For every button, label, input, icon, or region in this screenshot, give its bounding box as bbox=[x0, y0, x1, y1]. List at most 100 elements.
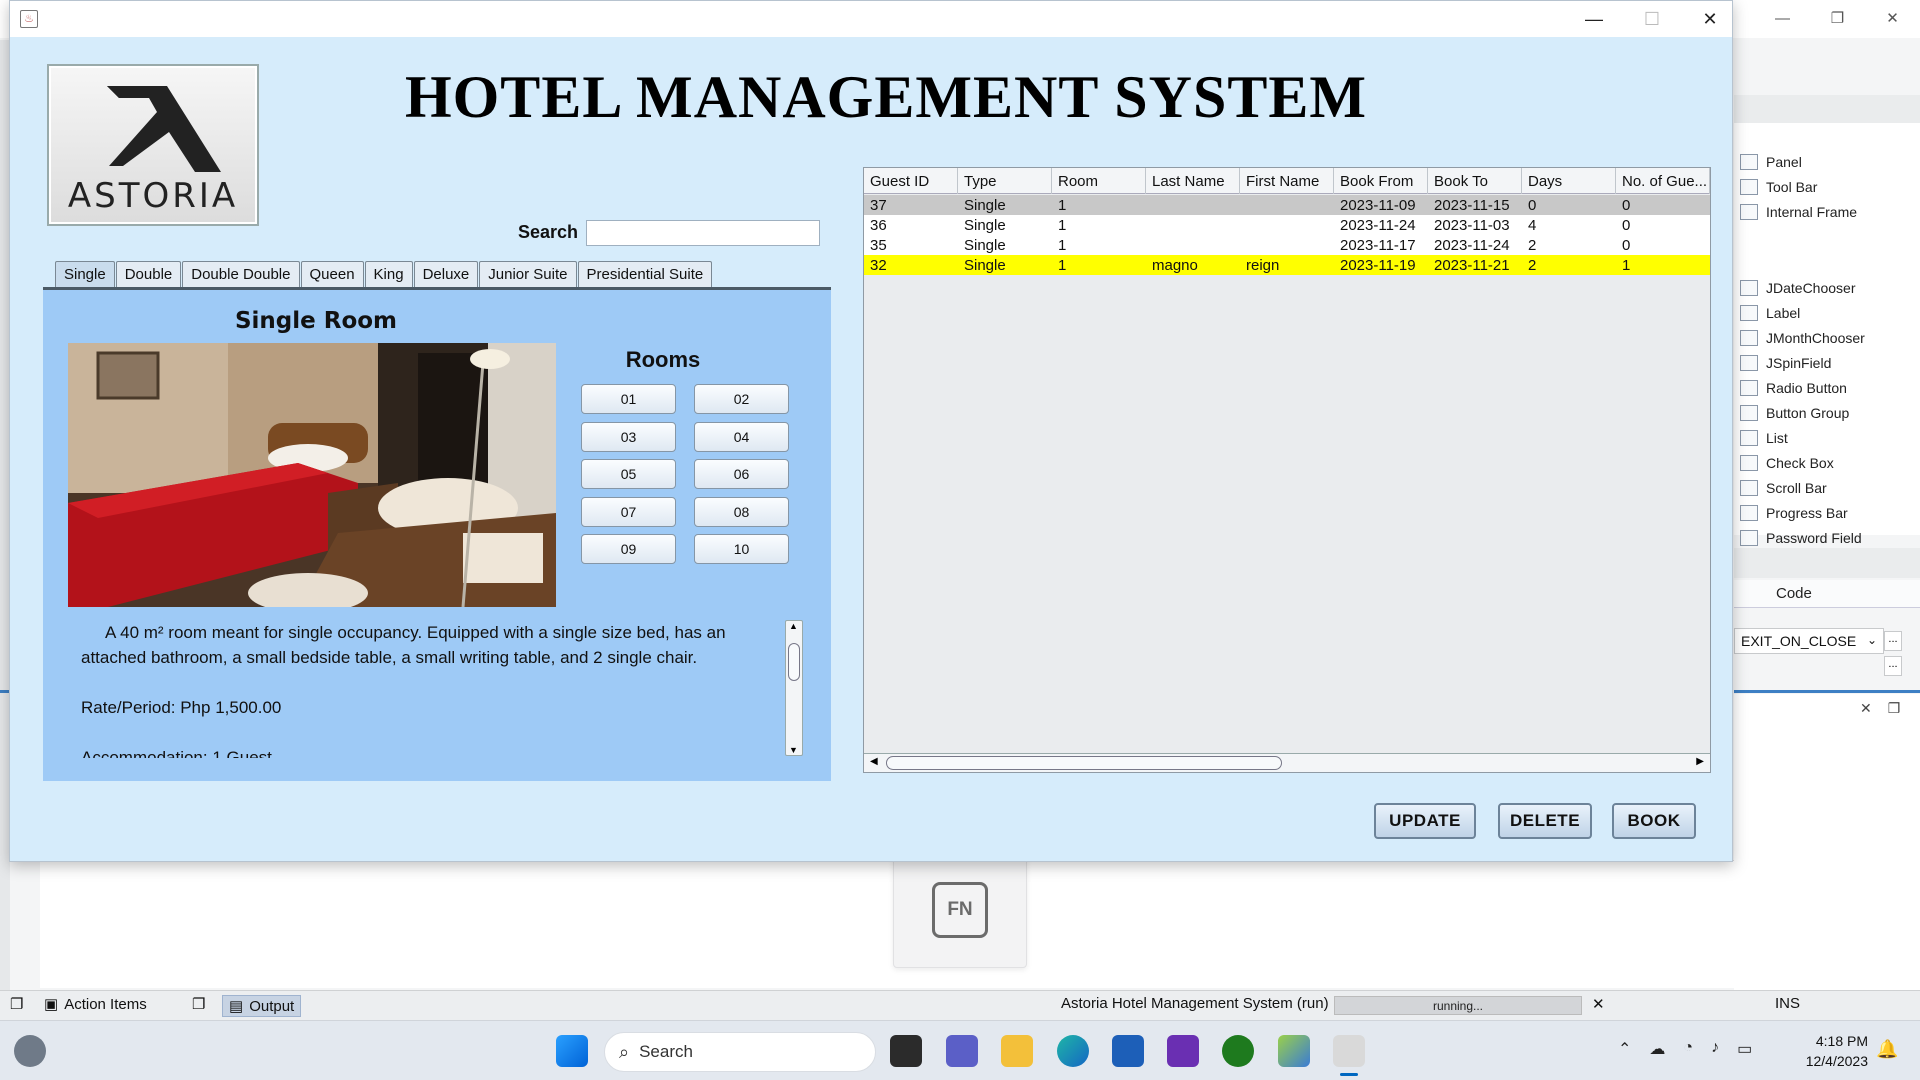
minimize-icon[interactable]: — bbox=[1565, 1, 1623, 37]
taskbar-search-placeholder: Search bbox=[639, 1042, 693, 1061]
tab-junior-suite[interactable]: Junior Suite bbox=[479, 261, 577, 287]
column-header[interactable]: Book To bbox=[1428, 168, 1522, 194]
table-row[interactable]: 37 Single 1 2023-11-09 2023-11-15 0 0 bbox=[864, 195, 1710, 215]
table-row[interactable]: 36 Single 1 2023-11-24 2023-11-03 4 0 bbox=[864, 215, 1710, 235]
tab-double-double[interactable]: Double Double bbox=[182, 261, 300, 287]
palette-item[interactable]: Scroll Bar bbox=[1740, 476, 1827, 500]
restore-icon[interactable]: ❐ bbox=[1810, 0, 1865, 36]
scroll-up-icon[interactable]: ▲ bbox=[789, 621, 798, 631]
netbeans-icon[interactable] bbox=[1278, 1035, 1310, 1067]
close-icon[interactable]: ✕ bbox=[1865, 0, 1920, 36]
java-app-icon[interactable] bbox=[1333, 1035, 1365, 1067]
palette-item[interactable]: Radio Button bbox=[1740, 376, 1847, 400]
volume-icon[interactable]: ♪ bbox=[1711, 1039, 1719, 1059]
code-tab[interactable]: Code bbox=[1734, 580, 1920, 608]
palette-item[interactable]: Panel bbox=[1740, 150, 1802, 174]
palette-item[interactable]: Button Group bbox=[1740, 401, 1849, 425]
close-operation-select[interactable]: EXIT_ON_CLOSE ⌄ bbox=[1734, 628, 1884, 654]
palette-item[interactable]: Tool Bar bbox=[1740, 175, 1817, 199]
column-header[interactable]: Type bbox=[958, 168, 1052, 194]
maximize-icon[interactable]: ☐ bbox=[1623, 1, 1681, 37]
column-header[interactable]: Days bbox=[1522, 168, 1616, 194]
output-tab[interactable]: ▤ Output bbox=[222, 995, 302, 1017]
battery-icon[interactable]: ▭ bbox=[1737, 1039, 1752, 1059]
tab-double[interactable]: Double bbox=[115, 261, 182, 287]
room-button-06[interactable]: 06 bbox=[694, 459, 789, 489]
table-cell bbox=[1146, 235, 1240, 255]
scroll-down-icon[interactable]: ▼ bbox=[789, 745, 798, 755]
table-cell: 36 bbox=[870, 216, 887, 234]
ellipsis-button-2[interactable]: ... bbox=[1884, 656, 1902, 676]
wifi-icon[interactable]: ◔ bbox=[1683, 1039, 1693, 1059]
column-header[interactable]: Guest ID bbox=[864, 168, 958, 194]
book-button[interactable]: BOOK bbox=[1612, 803, 1696, 839]
teams-icon[interactable] bbox=[946, 1035, 978, 1067]
table-row[interactable]: 32 Single 1 magno reign 2023-11-19 2023-11-21 2… bbox=[864, 255, 1710, 275]
active-indicator bbox=[1340, 1073, 1358, 1076]
edge-icon[interactable] bbox=[1057, 1035, 1089, 1067]
scroll-thumb[interactable] bbox=[886, 756, 1282, 770]
tab-single[interactable]: Single bbox=[55, 261, 115, 287]
palette-item[interactable]: Label bbox=[1740, 301, 1800, 325]
minimize-icon[interactable]: — bbox=[1755, 0, 1810, 36]
update-button[interactable]: UPDATE bbox=[1374, 803, 1476, 839]
table-row[interactable]: 35 Single 1 2023-11-17 2023-11-24 2 0 bbox=[864, 235, 1710, 255]
palette-item[interactable]: JDateChooser bbox=[1740, 276, 1856, 300]
column-header[interactable]: Book From bbox=[1334, 168, 1428, 194]
column-header[interactable]: Last Name bbox=[1146, 168, 1240, 194]
column-header[interactable]: Room bbox=[1052, 168, 1146, 194]
room-button-08[interactable]: 08 bbox=[694, 496, 789, 527]
tab-queen[interactable]: Queen bbox=[300, 261, 364, 287]
stop-run-icon[interactable]: ✕ bbox=[1592, 995, 1605, 1013]
restore-icon[interactable]: ❐ bbox=[1888, 700, 1901, 717]
table-horizontal-scrollbar[interactable]: ◀ ▶ bbox=[864, 753, 1710, 772]
panel-toggle-icon[interactable]: ❐ bbox=[10, 995, 23, 1013]
room-button-07[interactable]: 07 bbox=[581, 496, 676, 527]
palette-item[interactable]: JSpinField bbox=[1740, 351, 1831, 375]
clock[interactable]: 4:18 PM 12/4/2023 bbox=[1790, 1031, 1868, 1071]
delete-button[interactable]: DELETE bbox=[1498, 803, 1592, 839]
action-items-tab[interactable]: ▣ Action Items bbox=[44, 995, 147, 1014]
room-button-10[interactable]: 10 bbox=[694, 534, 789, 564]
properties-header bbox=[1734, 548, 1920, 578]
room-button-09[interactable]: 09 bbox=[581, 534, 676, 564]
scroll-thumb[interactable] bbox=[788, 643, 800, 681]
tab-presidential-suite[interactable]: Presidential Suite bbox=[577, 261, 713, 287]
app-icon[interactable] bbox=[1167, 1035, 1199, 1067]
palette-item[interactable]: List bbox=[1740, 426, 1788, 450]
palette-item-label: List bbox=[1766, 430, 1788, 446]
palette-item[interactable]: Password Field bbox=[1740, 526, 1862, 550]
room-button-04[interactable]: 04 bbox=[694, 421, 789, 452]
search-input[interactable] bbox=[586, 220, 820, 246]
start-icon[interactable] bbox=[556, 1035, 588, 1067]
palette-item[interactable]: JMonthChooser bbox=[1740, 326, 1865, 350]
chevron-up-icon[interactable]: ⌃ bbox=[1618, 1039, 1631, 1059]
room-button-03[interactable]: 03 bbox=[581, 421, 676, 452]
xbox-icon[interactable] bbox=[1222, 1035, 1254, 1067]
widgets-icon[interactable] bbox=[14, 1035, 46, 1067]
column-header[interactable]: No. of Gue... bbox=[1616, 168, 1710, 194]
store-icon[interactable] bbox=[1112, 1035, 1144, 1067]
tab-deluxe[interactable]: Deluxe bbox=[413, 261, 479, 287]
description-scrollbar[interactable]: ▲ ▼ bbox=[785, 620, 803, 756]
taskbar-search[interactable]: ⌕ Search bbox=[604, 1032, 876, 1072]
panel-toggle-icon-2[interactable]: ❐ bbox=[192, 995, 205, 1013]
scroll-left-icon[interactable]: ◀ bbox=[870, 756, 878, 767]
tab-king[interactable]: King bbox=[364, 261, 413, 287]
room-button-05[interactable]: 05 bbox=[581, 459, 676, 489]
accommodation-text: Accommodation: 1 Guest bbox=[81, 748, 272, 758]
room-button-02[interactable]: 02 bbox=[694, 384, 789, 414]
ellipsis-button[interactable]: ... bbox=[1884, 631, 1902, 651]
close-icon[interactable]: ✕ bbox=[1860, 700, 1872, 717]
close-icon[interactable]: ✕ bbox=[1681, 1, 1739, 37]
column-header[interactable]: First Name bbox=[1240, 168, 1334, 194]
palette-item[interactable]: Internal Frame bbox=[1740, 200, 1857, 224]
palette-item[interactable]: Check Box bbox=[1740, 451, 1834, 475]
onedrive-icon[interactable]: ☁ bbox=[1649, 1039, 1665, 1059]
room-button-01[interactable]: 01 bbox=[581, 384, 676, 414]
palette-item[interactable]: Progress Bar bbox=[1740, 501, 1848, 525]
scroll-right-icon[interactable]: ▶ bbox=[1696, 756, 1704, 767]
notification-bell-icon[interactable]: 🔔 bbox=[1876, 1039, 1898, 1060]
task-view-icon[interactable] bbox=[890, 1035, 922, 1067]
file-explorer-icon[interactable] bbox=[1001, 1035, 1033, 1067]
